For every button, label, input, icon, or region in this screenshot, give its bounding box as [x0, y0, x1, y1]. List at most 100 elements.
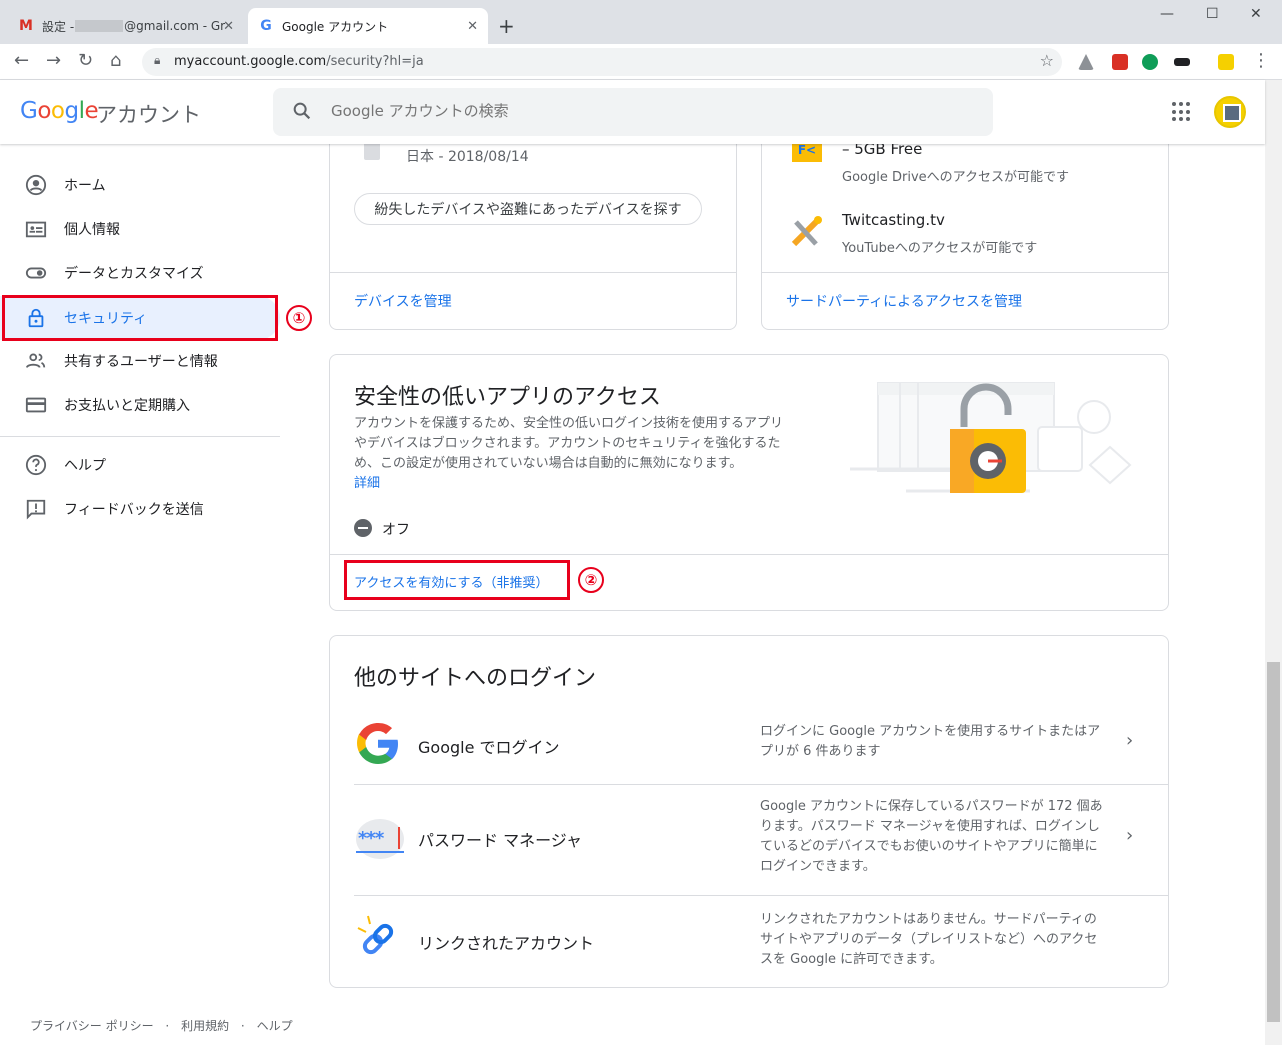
card-divider [330, 272, 736, 273]
manage-third-party-access-link[interactable]: サードパーティによるアクセスを管理 [786, 291, 1022, 311]
logo-letter: G [20, 98, 38, 124]
logo-letter: o [37, 98, 51, 124]
sidebar-item-label: フィードバックを送信 [64, 502, 204, 518]
maximize-button[interactable]: ☐ [1206, 6, 1219, 22]
feedback-icon [24, 497, 48, 521]
scrollbar-thumb[interactable] [1267, 662, 1280, 1022]
account-circle-icon [24, 173, 48, 197]
annotation-highlight-2 [344, 560, 570, 600]
menu-dots-icon[interactable]: ⋮ [1252, 50, 1270, 71]
tab-gmail-settings[interactable]: M 設定 - @gmail.com - Gr ✕ [8, 8, 244, 44]
signin-other-sites-card: 他のサイトへのログイン Google でログイン ログインに Google アカ… [329, 635, 1169, 988]
app-access: YouTubeへのアクセスが可能です [842, 241, 1038, 256]
reload-button[interactable]: ↻ [78, 50, 93, 71]
annotation-number-1: ① [286, 305, 312, 331]
status-off-icon [354, 519, 372, 537]
row-label: パスワード マネージャ [418, 831, 582, 850]
shield-extension-icon[interactable] [1112, 54, 1128, 70]
sidebar-item-payments[interactable]: お支払いと定期購入 [0, 383, 280, 427]
url-path: /security?hl=ja [326, 54, 424, 69]
sidebar-item-label: データとカスタマイズ [64, 266, 204, 282]
terms-link[interactable]: 利用規約 [181, 1019, 229, 1033]
sidebar-divider [0, 436, 280, 437]
tab-label-prefix: 設定 - [42, 19, 75, 34]
minimize-button[interactable]: — [1160, 6, 1174, 22]
drive-extension-icon[interactable] [1078, 54, 1094, 70]
sidebar-item-send-feedback[interactable]: フィードバックを送信 [0, 487, 280, 531]
manage-devices-link[interactable]: デバイスを管理 [354, 291, 452, 311]
lock-icon[interactable]: 🔒︎ [154, 53, 160, 68]
app-access: Google Driveへのアクセスが可能です [842, 170, 1069, 185]
card-description: アカウントを保護するため、安全性の低いログイン技術を使用するアプリやデバイスはブ… [354, 414, 786, 494]
status-label: オフ [382, 522, 410, 538]
row-description: ログインに Google アカウントを使用するサイトまたはアプリが 6 件ありま… [760, 724, 1101, 759]
google-g-icon: G [260, 18, 272, 34]
close-tab-icon[interactable]: ✕ [223, 19, 234, 34]
twitcasting-icon [791, 216, 822, 247]
password-manager-row[interactable]: *** パスワード マネージャ Google アカウントに保存しているパスワード… [330, 785, 1168, 895]
card-title: 他のサイトへのログイン [354, 666, 597, 691]
row-label: Google でログイン [418, 738, 560, 757]
card-title: 安全性の低いアプリのアクセス [354, 385, 661, 410]
avatar[interactable] [1214, 96, 1246, 128]
bookmark-star-icon[interactable]: ☆ [1040, 51, 1054, 70]
logo-letter: o [50, 98, 65, 124]
new-tab-button[interactable]: + [498, 14, 515, 38]
chevron-right-icon: › [1126, 825, 1134, 846]
sidebar-item-data-personalization[interactable]: データとカスタマイズ [0, 251, 280, 295]
card-divider [762, 272, 1168, 273]
footer-help-link[interactable]: ヘルプ [257, 1019, 293, 1033]
footer-separator: · [165, 1019, 170, 1033]
sidebar-item-label: お支払いと定期購入 [64, 398, 190, 414]
tab-label: Google アカウント [282, 19, 389, 34]
sidebar-item-people-sharing[interactable]: 共有するユーザーと情報 [0, 339, 280, 383]
footer-separator: · [240, 1019, 245, 1033]
sidebar-item-label: ホーム [64, 178, 106, 194]
forward-button[interactable]: → [46, 50, 61, 71]
google-g-icon [357, 723, 398, 764]
sidebar-item-personal-info[interactable]: 個人情報 [0, 207, 280, 251]
address-bar[interactable]: 🔒︎ myaccount.google.com/security?hl=ja ☆ [142, 48, 1062, 76]
signin-with-google-row[interactable]: Google でログイン ログインに Google アカウントを使用するサイトま… [330, 706, 1168, 784]
close-window-button[interactable]: ✕ [1250, 6, 1262, 22]
app-header: Google アカウント [0, 80, 1265, 144]
annotation-number-2: ② [578, 567, 604, 593]
row-description: Google アカウントに保存しているパスワードが 172 個あります。パスワー… [760, 799, 1103, 874]
google-logo[interactable]: Google [20, 98, 99, 124]
sidebar-item-help[interactable]: ヘルプ [0, 443, 280, 487]
back-button[interactable]: ← [14, 50, 29, 71]
privacy-policy-link[interactable]: プライバシー ポリシー [30, 1019, 154, 1033]
redacted-email [75, 20, 124, 32]
sidebar-item-home[interactable]: ホーム [0, 163, 280, 207]
url-host: myaccount.google.com [174, 54, 327, 69]
id-card-icon [24, 217, 48, 241]
password-icon: *** [356, 819, 404, 859]
tab-google-account[interactable]: G Google アカウント ✕ [248, 8, 488, 44]
search-input[interactable] [331, 102, 931, 120]
browser-toolbar: ← → ↻ ⌂ 🔒︎ myaccount.google.com/security… [0, 44, 1282, 116]
linked-accounts-icon [357, 915, 394, 955]
apps-grid-icon[interactable] [1172, 102, 1192, 122]
linked-accounts-row[interactable]: リンクされたアカウント リンクされたアカウントはありません。サードパーティのサイ… [330, 896, 1168, 988]
credit-card-icon [24, 393, 48, 417]
details-link[interactable]: 詳細 [354, 476, 380, 491]
gmail-icon: M [19, 18, 33, 34]
people-icon [24, 349, 48, 373]
product-name: アカウント [96, 103, 201, 127]
footer: プライバシー ポリシー · 利用規約 · ヘルプ [30, 1017, 301, 1034]
close-tab-icon[interactable]: ✕ [467, 19, 478, 34]
search-icon[interactable] [291, 100, 313, 122]
account-search-box[interactable] [273, 88, 993, 136]
find-device-button[interactable]: 紛失したデバイスや盗難にあったデバイスを探す [354, 193, 702, 225]
page-scrollbar[interactable] [1265, 80, 1282, 1045]
browser-tab-bar: M 設定 - @gmail.com - Gr ✕ G Google アカウント … [0, 0, 1282, 44]
hangouts-extension-icon[interactable] [1142, 54, 1158, 70]
tab-label-suffix: @gmail.com - Gr [124, 19, 226, 33]
url-text[interactable]: myaccount.google.com/security?hl=ja [174, 54, 424, 69]
home-icon[interactable]: ⌂ [110, 50, 121, 71]
card-divider [330, 554, 1168, 555]
profile-avatar-icon[interactable] [1218, 54, 1234, 70]
logo-letter: g [64, 98, 79, 124]
sidebar-item-label: 個人情報 [64, 222, 120, 238]
incognito-extension-icon[interactable] [1174, 58, 1190, 66]
